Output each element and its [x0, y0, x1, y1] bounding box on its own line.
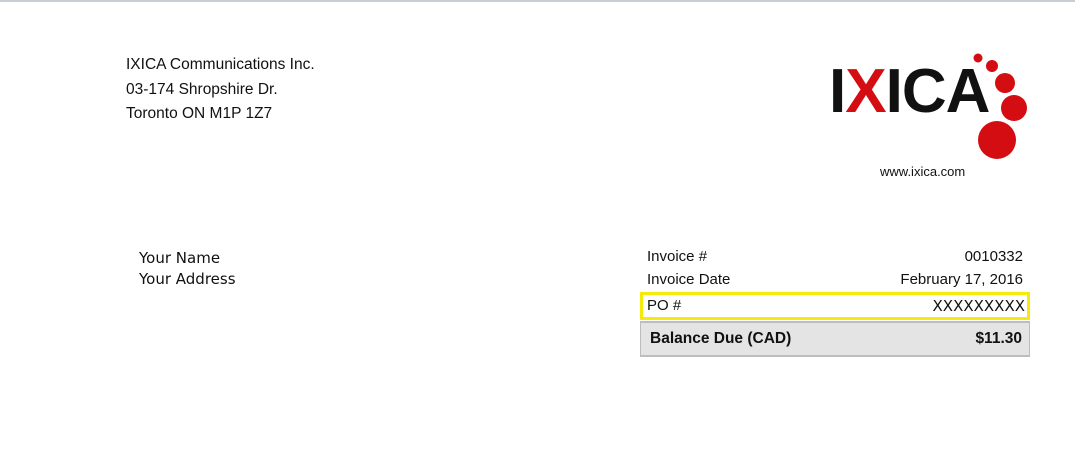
logo-letter-x: X [845, 57, 886, 126]
company-address-line1: 03-174 Shropshire Dr. [126, 80, 278, 98]
logo-letters-ica: ICA [885, 57, 991, 126]
website-link: www.ixica.com [880, 164, 966, 179]
recipient-block: Your Name Your Address [139, 248, 236, 290]
balance-due-label: Balance Due (CAD) [650, 330, 792, 347]
po-number-row: PO # XXXXXXXXX [640, 292, 1030, 320]
recipient-address: Your Address [139, 270, 236, 288]
invoice-date-value: February 17, 2016 [900, 271, 1023, 288]
po-number-label: PO # [647, 297, 682, 314]
po-number-value: XXXXXXXXX [932, 297, 1025, 315]
invoice-summary-table: Invoice # 0010332 Invoice Date February … [640, 245, 1030, 357]
balance-due-value: $11.30 [975, 330, 1022, 347]
company-name: IXICA Communications Inc. [126, 56, 315, 73]
invoice-number-value: 0010332 [964, 248, 1023, 265]
logo-wordmark: IXICA [829, 61, 990, 123]
company-address-line2: Toronto ON M1P 1Z7 [126, 105, 273, 122]
ixica-logo: IXICA [826, 50, 1036, 160]
company-address-block: IXICA Communications Inc. 03-174 Shropsh… [126, 53, 315, 127]
logo-letter-i: I [829, 57, 846, 126]
balance-due-row: Balance Due (CAD) $11.30 [640, 321, 1030, 357]
invoice-date-row: Invoice Date February 17, 2016 [640, 268, 1030, 291]
invoice-number-label: Invoice # [647, 248, 708, 265]
invoice-date-label: Invoice Date [647, 271, 731, 288]
invoice-number-row: Invoice # 0010332 [640, 245, 1030, 268]
recipient-name: Your Name [139, 249, 221, 267]
top-border [0, 0, 1075, 2]
